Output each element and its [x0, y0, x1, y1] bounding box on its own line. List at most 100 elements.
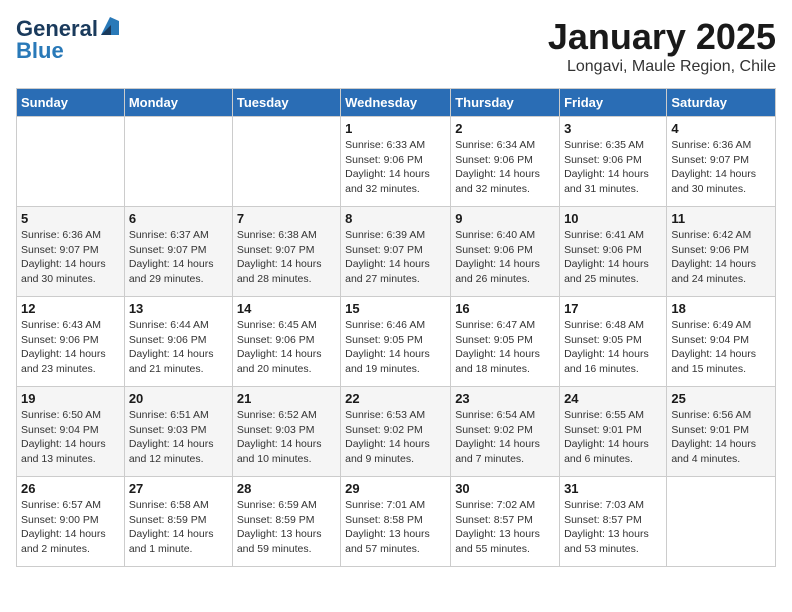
day-number: 5: [21, 211, 120, 226]
day-number: 9: [455, 211, 555, 226]
day-info: Sunrise: 6:33 AM Sunset: 9:06 PM Dayligh…: [345, 138, 446, 197]
day-number: 2: [455, 121, 555, 136]
calendar-subtitle: Longavi, Maule Region, Chile: [548, 58, 776, 76]
calendar-cell: 2 Sunrise: 6:34 AM Sunset: 9:06 PM Daylig…: [451, 117, 560, 207]
weekday-header-friday: Friday: [560, 89, 667, 117]
calendar-cell: 19Sunrise: 6:50 AM Sunset: 9:04 PM Dayli…: [17, 387, 125, 477]
calendar-week-row: 26Sunrise: 6:57 AM Sunset: 9:00 PM Dayli…: [17, 477, 776, 567]
calendar-cell: 29 Sunrise: 7:01 AM Sunset: 8:58 PM Dayli…: [341, 477, 451, 567]
weekday-header-wednesday: Wednesday: [341, 89, 451, 117]
calendar-week-row: 19Sunrise: 6:50 AM Sunset: 9:04 PM Dayli…: [17, 387, 776, 477]
day-number: 10: [564, 211, 662, 226]
day-info: Sunrise: 6:46 AM Sunset: 9:05 PM Dayligh…: [345, 318, 446, 377]
calendar-cell: [124, 117, 232, 207]
day-number: 22: [345, 391, 446, 406]
calendar-cell: 21 Sunrise: 6:52 AM Sunset: 9:03 PM Dayli…: [232, 387, 340, 477]
day-info: Sunrise: 6:52 AM Sunset: 9:03 PM Dayligh…: [237, 408, 336, 467]
calendar-cell: 13 Sunrise: 6:44 AM Sunset: 9:06 PM Dayli…: [124, 297, 232, 387]
day-info: Sunrise: 6:39 AM Sunset: 9:07 PM Dayligh…: [345, 228, 446, 287]
day-number: 30: [455, 481, 555, 496]
day-number: 14: [237, 301, 336, 316]
calendar-cell: 20 Sunrise: 6:51 AM Sunset: 9:03 PM Dayli…: [124, 387, 232, 477]
calendar-cell: [667, 477, 776, 567]
day-info: Sunrise: 6:44 AM Sunset: 9:06 PM Dayligh…: [129, 318, 228, 377]
calendar-cell: 15 Sunrise: 6:46 AM Sunset: 9:05 PM Dayli…: [341, 297, 451, 387]
day-info: Sunrise: 6:58 AM Sunset: 8:59 PM Dayligh…: [129, 498, 228, 557]
calendar-cell: [232, 117, 340, 207]
calendar-cell: 5Sunrise: 6:36 AM Sunset: 9:07 PM Daylig…: [17, 207, 125, 297]
calendar-title: January 2025: [548, 16, 776, 58]
calendar-cell: 31 Sunrise: 7:03 AM Sunset: 8:57 PM Dayli…: [560, 477, 667, 567]
day-number: 25: [671, 391, 771, 406]
calendar-cell: 23 Sunrise: 6:54 AM Sunset: 9:02 PM Dayli…: [451, 387, 560, 477]
day-number: 31: [564, 481, 662, 496]
day-info: Sunrise: 6:45 AM Sunset: 9:06 PM Dayligh…: [237, 318, 336, 377]
day-number: 18: [671, 301, 771, 316]
day-info: Sunrise: 6:37 AM Sunset: 9:07 PM Dayligh…: [129, 228, 228, 287]
calendar-cell: 11Sunrise: 6:42 AM Sunset: 9:06 PM Dayli…: [667, 207, 776, 297]
day-info: Sunrise: 6:43 AM Sunset: 9:06 PM Dayligh…: [21, 318, 120, 377]
weekday-header-saturday: Saturday: [667, 89, 776, 117]
logo: General Blue: [16, 16, 119, 64]
day-number: 7: [237, 211, 336, 226]
day-number: 28: [237, 481, 336, 496]
calendar-cell: 30Sunrise: 7:02 AM Sunset: 8:57 PM Dayli…: [451, 477, 560, 567]
day-info: Sunrise: 6:35 AM Sunset: 9:06 PM Dayligh…: [564, 138, 662, 197]
day-number: 27: [129, 481, 228, 496]
calendar-cell: 26Sunrise: 6:57 AM Sunset: 9:00 PM Dayli…: [17, 477, 125, 567]
logo-arrow-icon: [101, 17, 119, 40]
day-number: 23: [455, 391, 555, 406]
calendar-cell: 14 Sunrise: 6:45 AM Sunset: 9:06 PM Dayli…: [232, 297, 340, 387]
title-section: January 2025 Longavi, Maule Region, Chil…: [548, 16, 776, 76]
calendar-table: SundayMondayTuesdayWednesdayThursdayFrid…: [16, 88, 776, 567]
calendar-cell: 25 Sunrise: 6:56 AM Sunset: 9:01 PM Dayli…: [667, 387, 776, 477]
calendar-cell: 27 Sunrise: 6:58 AM Sunset: 8:59 PM Dayli…: [124, 477, 232, 567]
day-info: Sunrise: 6:50 AM Sunset: 9:04 PM Dayligh…: [21, 408, 120, 467]
day-number: 17: [564, 301, 662, 316]
calendar-cell: 9 Sunrise: 6:40 AM Sunset: 9:06 PM Daylig…: [451, 207, 560, 297]
calendar-cell: 8 Sunrise: 6:39 AM Sunset: 9:07 PM Daylig…: [341, 207, 451, 297]
calendar-cell: 22Sunrise: 6:53 AM Sunset: 9:02 PM Dayli…: [341, 387, 451, 477]
day-info: Sunrise: 7:01 AM Sunset: 8:58 PM Dayligh…: [345, 498, 446, 557]
day-info: Sunrise: 6:41 AM Sunset: 9:06 PM Dayligh…: [564, 228, 662, 287]
day-number: 29: [345, 481, 446, 496]
day-info: Sunrise: 6:40 AM Sunset: 9:06 PM Dayligh…: [455, 228, 555, 287]
day-info: Sunrise: 6:47 AM Sunset: 9:05 PM Dayligh…: [455, 318, 555, 377]
day-info: Sunrise: 7:03 AM Sunset: 8:57 PM Dayligh…: [564, 498, 662, 557]
day-info: Sunrise: 6:48 AM Sunset: 9:05 PM Dayligh…: [564, 318, 662, 377]
weekday-header-row: SundayMondayTuesdayWednesdayThursdayFrid…: [17, 89, 776, 117]
calendar-cell: 3 Sunrise: 6:35 AM Sunset: 9:06 PM Daylig…: [560, 117, 667, 207]
day-number: 11: [671, 211, 771, 226]
day-info: Sunrise: 6:56 AM Sunset: 9:01 PM Dayligh…: [671, 408, 771, 467]
day-number: 15: [345, 301, 446, 316]
day-info: Sunrise: 6:49 AM Sunset: 9:04 PM Dayligh…: [671, 318, 771, 377]
day-number: 26: [21, 481, 120, 496]
day-number: 13: [129, 301, 228, 316]
calendar-week-row: 12Sunrise: 6:43 AM Sunset: 9:06 PM Dayli…: [17, 297, 776, 387]
calendar-cell: 16Sunrise: 6:47 AM Sunset: 9:05 PM Dayli…: [451, 297, 560, 387]
day-number: 8: [345, 211, 446, 226]
day-number: 1: [345, 121, 446, 136]
weekday-header-tuesday: Tuesday: [232, 89, 340, 117]
calendar-cell: 18 Sunrise: 6:49 AM Sunset: 9:04 PM Dayli…: [667, 297, 776, 387]
day-info: Sunrise: 6:34 AM Sunset: 9:06 PM Dayligh…: [455, 138, 555, 197]
header-section: General Blue January 2025 Longavi, Maule…: [16, 16, 776, 76]
calendar-week-row: 1 Sunrise: 6:33 AM Sunset: 9:06 PM Daylig…: [17, 117, 776, 207]
day-number: 20: [129, 391, 228, 406]
day-number: 3: [564, 121, 662, 136]
day-info: Sunrise: 6:38 AM Sunset: 9:07 PM Dayligh…: [237, 228, 336, 287]
day-number: 21: [237, 391, 336, 406]
weekday-header-thursday: Thursday: [451, 89, 560, 117]
day-info: Sunrise: 6:54 AM Sunset: 9:02 PM Dayligh…: [455, 408, 555, 467]
day-info: Sunrise: 6:36 AM Sunset: 9:07 PM Dayligh…: [671, 138, 771, 197]
day-number: 4: [671, 121, 771, 136]
weekday-header-monday: Monday: [124, 89, 232, 117]
day-info: Sunrise: 6:51 AM Sunset: 9:03 PM Dayligh…: [129, 408, 228, 467]
calendar-cell: 4 Sunrise: 6:36 AM Sunset: 9:07 PM Daylig…: [667, 117, 776, 207]
calendar-cell: 24Sunrise: 6:55 AM Sunset: 9:01 PM Dayli…: [560, 387, 667, 477]
calendar-cell: 6Sunrise: 6:37 AM Sunset: 9:07 PM Daylig…: [124, 207, 232, 297]
calendar-cell: 1 Sunrise: 6:33 AM Sunset: 9:06 PM Daylig…: [341, 117, 451, 207]
weekday-header-sunday: Sunday: [17, 89, 125, 117]
day-info: Sunrise: 6:59 AM Sunset: 8:59 PM Dayligh…: [237, 498, 336, 557]
calendar-cell: 12Sunrise: 6:43 AM Sunset: 9:06 PM Dayli…: [17, 297, 125, 387]
